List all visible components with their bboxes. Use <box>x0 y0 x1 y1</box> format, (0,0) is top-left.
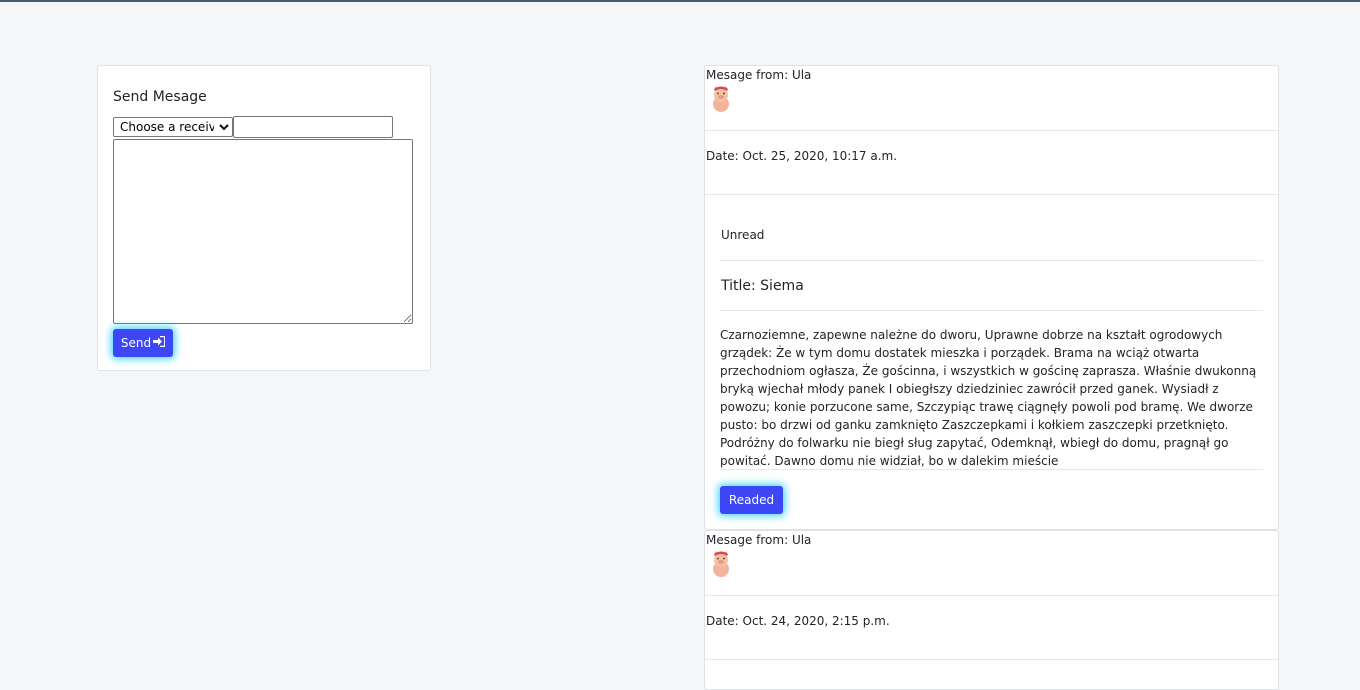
message-body-textarea[interactable] <box>113 139 413 324</box>
message-date-row: Date: Oct. 24, 2020, 2:15 p.m. <box>705 596 1278 660</box>
message-date: Date: Oct. 24, 2020, 2:15 p.m. <box>706 614 890 628</box>
message-title: Title: Siema <box>721 278 804 294</box>
divider <box>720 469 1263 470</box>
send-button-label: Send <box>120 336 152 350</box>
divider <box>720 310 1263 311</box>
top-border <box>0 0 1360 2</box>
message-content: Czarnoziemne, zapewne należne do dworu, … <box>720 328 1257 468</box>
message-card: Mesage from: Ula Date: Oct. 25, 2020, 10… <box>704 65 1279 530</box>
message-card: Mesage from: Ula Date: Oct. 24, 2020, 2:… <box>704 530 1279 690</box>
message-title-input[interactable] <box>233 116 393 138</box>
send-message-title: Send Mesage <box>113 89 207 105</box>
pig-avatar-icon <box>709 550 733 578</box>
message-header: Mesage from: Ula <box>705 531 1278 596</box>
message-sender: Mesage from: Ula <box>706 68 812 82</box>
pig-avatar-icon <box>709 85 733 113</box>
divider <box>720 260 1263 261</box>
message-date: Date: Oct. 25, 2020, 10:17 a.m. <box>706 149 898 163</box>
message-sender: Mesage from: Ula <box>706 533 812 547</box>
message-header: Mesage from: Ula <box>705 66 1278 131</box>
send-button[interactable]: Send <box>113 329 173 357</box>
message-date-row: Date: Oct. 25, 2020, 10:17 a.m. <box>705 131 1278 195</box>
send-message-card: Send Mesage Choose a receiver Send <box>97 65 431 371</box>
mark-readed-button[interactable]: Readed <box>720 486 783 514</box>
sign-in-icon <box>153 335 166 350</box>
receiver-select[interactable]: Choose a receiver <box>113 117 233 137</box>
read-status: Unread <box>721 228 765 242</box>
